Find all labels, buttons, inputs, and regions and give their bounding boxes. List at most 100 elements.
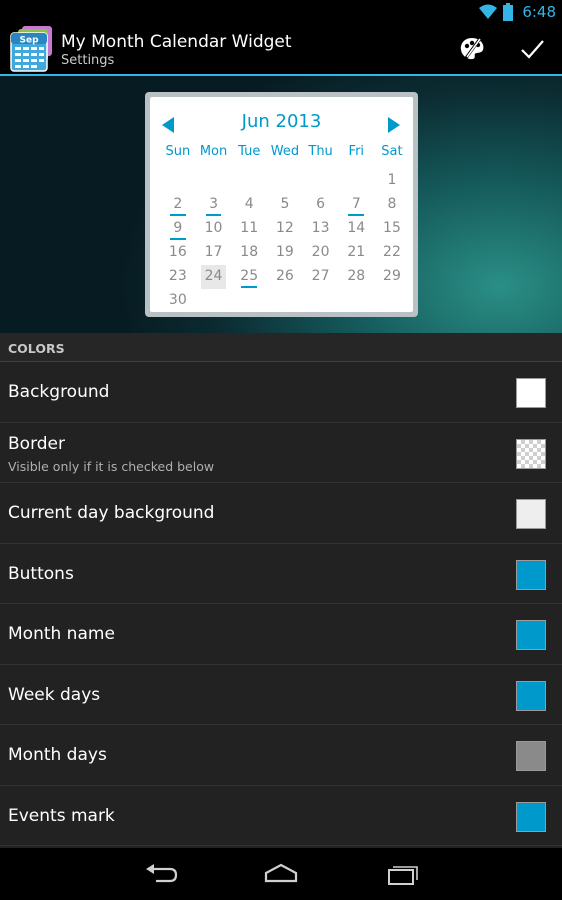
widget-day[interactable]: 11 [231, 217, 267, 241]
widget-weekday-label: Tue [238, 144, 261, 159]
widget-day-with-event[interactable]: 2 [160, 193, 196, 217]
widget-days-grid: 1 2 3 4 5 6 7 8 9 10 11 12 13 14 15 16 17 18 19 20 21 22 23 24 2… [160, 169, 410, 313]
status-time: 6:48 [522, 3, 556, 21]
widget-day[interactable]: 19 [267, 241, 303, 265]
app-icon[interactable]: Sep [10, 26, 56, 72]
recent-apps-icon [388, 866, 418, 885]
widget-day[interactable]: 16 [160, 241, 196, 265]
app-icon-label: Sep [19, 36, 39, 46]
check-icon [521, 40, 544, 59]
widget-day[interactable]: 27 [303, 265, 339, 289]
widget-day[interactable]: 8 [374, 193, 410, 217]
palette-icon [460, 38, 484, 60]
action-bar: Sep My Month Calendar Widget Settings [0, 24, 562, 74]
widget-day[interactable]: 26 [267, 265, 303, 289]
widget-day[interactable]: 10 [196, 217, 232, 241]
widget-day[interactable]: 23 [160, 265, 196, 289]
widget-weekday-label: Sun [165, 144, 191, 159]
widget-day[interactable]: 1 [374, 169, 410, 193]
widget-day [231, 169, 267, 193]
widget-weekdays-row: Sun Mon Tue Wed Thu Fri Sat [160, 144, 410, 159]
app-subtitle: Settings [61, 53, 115, 68]
preference-title: Background [8, 382, 110, 402]
recent-apps-button[interactable] [381, 861, 421, 887]
color-preference-item[interactable]: Month name [0, 604, 562, 665]
widget-day[interactable]: 30 [160, 289, 196, 313]
widget-day-with-event[interactable]: 7 [338, 193, 374, 217]
color-preference-item[interactable]: Background [0, 362, 562, 423]
section-title: COLORS [8, 341, 65, 356]
widget-day[interactable]: 13 [303, 217, 339, 241]
wifi-icon [479, 4, 498, 19]
widget-day-with-event[interactable]: 25 [231, 265, 267, 289]
preference-title: Week days [8, 684, 101, 705]
back-button[interactable] [142, 861, 182, 887]
prev-month-arrow-icon[interactable] [162, 117, 174, 133]
widget-day-today[interactable]: 24 [200, 265, 227, 289]
preference-title: Current day background [8, 503, 215, 523]
widget-day [196, 169, 232, 193]
widget-day[interactable]: 18 [231, 241, 267, 265]
color-swatch[interactable] [516, 559, 546, 590]
widget-day[interactable]: 20 [303, 241, 339, 265]
color-preference-item[interactable]: Border Visible only if it is checked belo… [0, 423, 562, 483]
preference-title: Events mark [8, 805, 115, 826]
color-swatch[interactable] [516, 378, 546, 408]
section-header-colors: COLORS [0, 333, 562, 362]
widget-weekday-label: Fri [348, 144, 365, 159]
color-swatch[interactable] [516, 680, 546, 711]
widget-weekday-label: Sat [381, 144, 403, 159]
color-swatch[interactable] [516, 741, 546, 771]
widget-day[interactable]: 12 [267, 217, 303, 241]
color-preference-item[interactable]: Buttons [0, 544, 562, 604]
widget-day[interactable]: 6 [303, 193, 339, 217]
preference-summary: Visible only if it is checked below [8, 458, 215, 474]
back-icon [146, 864, 178, 883]
navigation-bar [0, 848, 562, 900]
status-bar: 6:48 [0, 0, 562, 24]
widget-weekday-label: Mon [199, 144, 228, 159]
calendar-widget-body: Jun 2013 Sun Mon Tue Wed Thu Fri Sat 123456789… [150, 97, 413, 312]
widget-day [160, 169, 196, 193]
widget-day-with-event[interactable]: 9 [160, 217, 196, 241]
color-preference-item[interactable]: Week days [0, 665, 562, 725]
color-preference-list: Background Border Visible only if it is ch… [0, 362, 562, 846]
widget-weekday-label: Thu [308, 144, 333, 159]
widget-preview-area: Jun 2013 Sun Mon Tue Wed Thu Fri Sat 123456789… [0, 76, 562, 333]
widget-day[interactable]: 21 [338, 241, 374, 265]
color-preference-item[interactable]: Month days [0, 725, 562, 786]
palette-button[interactable] [459, 36, 485, 62]
widget-day[interactable]: 14 [338, 217, 374, 241]
color-swatch[interactable] [516, 801, 546, 832]
color-swatch[interactable] [516, 438, 546, 469]
home-icon [264, 863, 298, 883]
calendar-widget-preview: Jun 2013 Sun Mon Tue Wed Thu Fri Sat 123456789… [145, 92, 418, 317]
color-preference-item[interactable]: Events mark [0, 786, 562, 846]
preference-title: Month name [8, 624, 115, 644]
home-button[interactable] [261, 861, 301, 887]
widget-day[interactable]: 5 [267, 193, 303, 217]
color-swatch[interactable] [516, 620, 546, 650]
widget-weekday-label: Wed [270, 144, 300, 159]
color-swatch[interactable] [516, 499, 546, 529]
preference-title: Month days [8, 745, 107, 765]
widget-day [338, 169, 374, 193]
widget-day[interactable]: 17 [196, 241, 232, 265]
widget-day [267, 169, 303, 193]
save-check-button[interactable] [519, 36, 545, 62]
next-month-arrow-icon[interactable] [388, 117, 400, 133]
widget-day[interactable]: 29 [374, 265, 410, 289]
widget-day[interactable]: 28 [338, 265, 374, 289]
widget-day[interactable]: 4 [231, 193, 267, 217]
preference-title: Border [8, 433, 65, 454]
widget-day-with-event[interactable]: 3 [196, 193, 232, 217]
widget-day[interactable]: 15 [374, 217, 410, 241]
preference-title: Buttons [8, 563, 74, 584]
status-icons: 6:48 [478, 2, 556, 22]
color-preference-item[interactable]: Current day background [0, 483, 562, 544]
battery-icon [503, 3, 514, 21]
widget-day [303, 169, 339, 193]
calendar-app-icon: Sep [10, 26, 52, 72]
settings-panel: COLORS Background Border Visible only if i… [0, 333, 562, 848]
widget-day[interactable]: 22 [374, 241, 410, 265]
